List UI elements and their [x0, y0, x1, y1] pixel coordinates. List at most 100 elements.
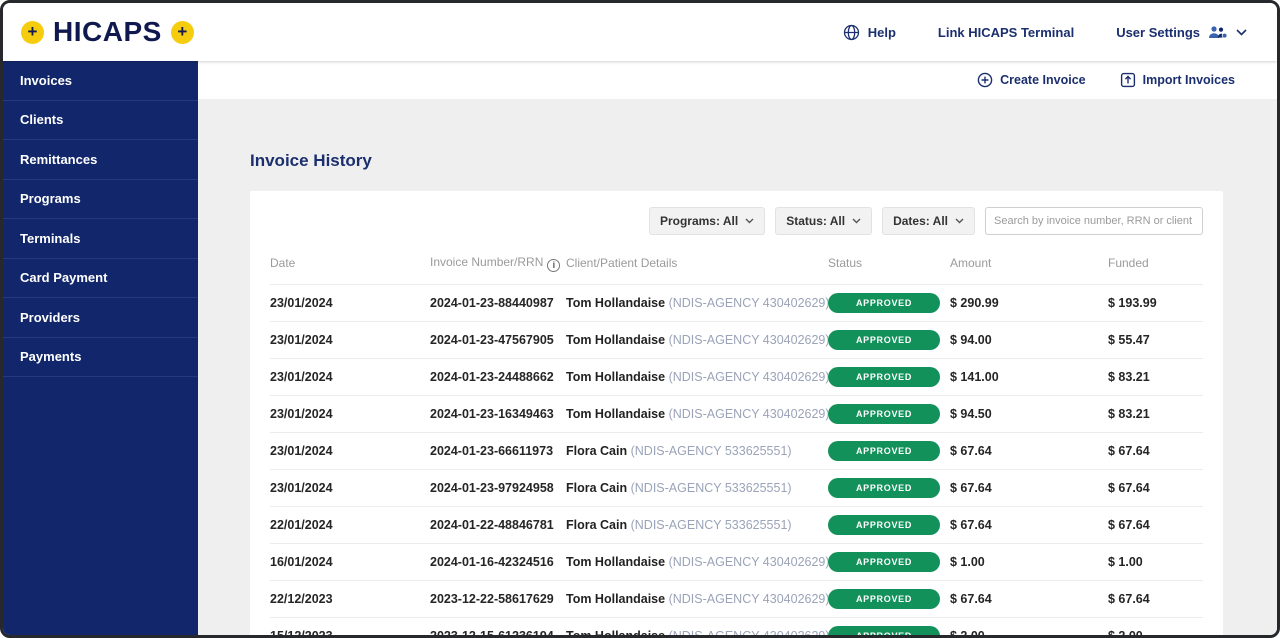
client-program: (NDIS-AGENCY 430402629) [669, 370, 828, 384]
client-name: Tom Hollandaise [566, 407, 665, 421]
top-header: + HICAPS + Help Link HICAPS Terminal Use [3, 3, 1277, 61]
cell-invoice-rrn: 2024-01-23-88440987 [430, 284, 566, 321]
cell-date: 23/01/2024 [270, 284, 430, 321]
cell-date: 23/01/2024 [270, 358, 430, 395]
chevron-down-icon [1236, 29, 1247, 36]
table-row[interactable]: 16/01/2024 2024-01-16-42324516 Tom Holla… [270, 543, 1203, 580]
sidebar-item-label: Programs [20, 191, 81, 206]
client-program: (NDIS-AGENCY 533625551) [631, 518, 792, 532]
programs-filter-dropdown[interactable]: Programs: All [649, 207, 765, 235]
table-row[interactable]: 23/01/2024 2024-01-23-97924958 Flora Cai… [270, 469, 1203, 506]
cell-amount: $ 2.00 [950, 617, 1108, 638]
cell-date: 16/01/2024 [270, 543, 430, 580]
client-name: Flora Cain [566, 481, 627, 495]
globe-icon [843, 24, 860, 41]
cell-invoice-rrn: 2024-01-23-66611973 [430, 432, 566, 469]
sidebar-item[interactable]: Invoices [3, 61, 198, 101]
sidebar-item[interactable]: Card Payment [3, 259, 198, 299]
status-badge: APPROVED [828, 626, 940, 638]
main-area: Create Invoice Import Invoices Invoice H… [198, 61, 1277, 635]
client-name: Flora Cain [566, 518, 627, 532]
cell-date: 22/12/2023 [270, 580, 430, 617]
import-invoices-button[interactable]: Import Invoices [1120, 72, 1235, 88]
cell-funded: $ 67.64 [1108, 469, 1203, 506]
status-filter-dropdown[interactable]: Status: All [775, 207, 872, 235]
sidebar-nav: Invoices Clients Remittances Programs Te… [3, 61, 198, 635]
cell-invoice-rrn: 2024-01-22-48846781 [430, 506, 566, 543]
cell-date: 23/01/2024 [270, 321, 430, 358]
cell-status: APPROVED [828, 432, 950, 469]
client-program: (NDIS-AGENCY 430402629) [669, 555, 828, 569]
cell-amount: $ 67.64 [950, 506, 1108, 543]
cell-date: 23/01/2024 [270, 469, 430, 506]
cell-amount: $ 94.50 [950, 395, 1108, 432]
client-program: (NDIS-AGENCY 533625551) [631, 444, 792, 458]
dates-filter-label: Dates: All [893, 214, 948, 228]
cell-status: APPROVED [828, 395, 950, 432]
sidebar-item-label: Remittances [20, 152, 97, 167]
sidebar-item[interactable]: Remittances [3, 140, 198, 180]
cell-date: 23/01/2024 [270, 395, 430, 432]
sidebar-item-label: Invoices [20, 73, 72, 88]
cell-client: Flora Cain (NDIS-AGENCY 533625551) [566, 469, 828, 506]
sidebar-item[interactable]: Clients [3, 101, 198, 141]
cell-amount: $ 141.00 [950, 358, 1108, 395]
sidebar-item[interactable]: Terminals [3, 219, 198, 259]
logo-plus-left-icon: + [21, 21, 44, 44]
cell-date: 23/01/2024 [270, 432, 430, 469]
status-badge: APPROVED [828, 367, 940, 387]
logo-plus-right-icon: + [171, 21, 194, 44]
cell-invoice-rrn: 2023-12-22-58617629 [430, 580, 566, 617]
info-icon[interactable]: i [547, 259, 560, 272]
upload-icon [1120, 72, 1136, 88]
status-badge: APPROVED [828, 293, 940, 313]
table-row[interactable]: 22/01/2024 2024-01-22-48846781 Flora Cai… [270, 506, 1203, 543]
cell-client: Tom Hollandaise (NDIS-AGENCY 430402629) [566, 321, 828, 358]
client-name: Flora Cain [566, 444, 627, 458]
sidebar-item-label: Payments [20, 349, 81, 364]
cell-client: Tom Hollandaise (NDIS-AGENCY 430402629) [566, 617, 828, 638]
table-row[interactable]: 15/12/2023 2023-12-15-61236194 Tom Holla… [270, 617, 1203, 638]
cell-invoice-rrn: 2024-01-23-47567905 [430, 321, 566, 358]
cell-funded: $ 67.64 [1108, 506, 1203, 543]
cell-status: APPROVED [828, 543, 950, 580]
table-row[interactable]: 23/01/2024 2024-01-23-16349463 Tom Holla… [270, 395, 1203, 432]
cell-amount: $ 290.99 [950, 284, 1108, 321]
chevron-down-icon [852, 218, 861, 224]
hicaps-logo: + HICAPS + [21, 16, 194, 48]
cell-funded: $ 67.64 [1108, 432, 1203, 469]
table-row[interactable]: 23/01/2024 2024-01-23-24488662 Tom Holla… [270, 358, 1203, 395]
cell-funded: $ 1.00 [1108, 543, 1203, 580]
cell-date: 15/12/2023 [270, 617, 430, 638]
cell-amount: $ 94.00 [950, 321, 1108, 358]
page-title: Invoice History [250, 151, 1223, 171]
cell-status: APPROVED [828, 321, 950, 358]
users-gear-icon [1208, 25, 1228, 40]
cell-status: APPROVED [828, 580, 950, 617]
create-invoice-label: Create Invoice [1000, 73, 1085, 87]
link-hicaps-terminal-link[interactable]: Link HICAPS Terminal [938, 25, 1074, 40]
client-name: Tom Hollandaise [566, 370, 665, 384]
sidebar-item[interactable]: Providers [3, 298, 198, 338]
user-settings-menu[interactable]: User Settings [1116, 25, 1247, 40]
user-settings-label: User Settings [1116, 25, 1200, 40]
table-row[interactable]: 23/01/2024 2024-01-23-88440987 Tom Holla… [270, 284, 1203, 321]
create-invoice-button[interactable]: Create Invoice [977, 72, 1085, 88]
status-badge: APPROVED [828, 589, 940, 609]
cell-invoice-rrn: 2024-01-23-16349463 [430, 395, 566, 432]
dates-filter-dropdown[interactable]: Dates: All [882, 207, 975, 235]
search-input[interactable] [985, 207, 1203, 235]
programs-filter-label: Programs: All [660, 214, 738, 228]
table-row[interactable]: 23/01/2024 2024-01-23-66611973 Flora Cai… [270, 432, 1203, 469]
help-link[interactable]: Help [843, 24, 896, 41]
sidebar-item[interactable]: Programs [3, 180, 198, 220]
cell-client: Tom Hollandaise (NDIS-AGENCY 430402629) [566, 358, 828, 395]
cell-invoice-rrn: 2024-01-23-97924958 [430, 469, 566, 506]
sidebar-item[interactable]: Payments [3, 338, 198, 378]
table-row[interactable]: 22/12/2023 2023-12-22-58617629 Tom Holla… [270, 580, 1203, 617]
invoice-table-body: 23/01/2024 2024-01-23-88440987 Tom Holla… [270, 284, 1203, 638]
cell-status: APPROVED [828, 469, 950, 506]
table-row[interactable]: 23/01/2024 2024-01-23-47567905 Tom Holla… [270, 321, 1203, 358]
cell-funded: $ 55.47 [1108, 321, 1203, 358]
client-program: (NDIS-AGENCY 430402629) [669, 592, 828, 606]
